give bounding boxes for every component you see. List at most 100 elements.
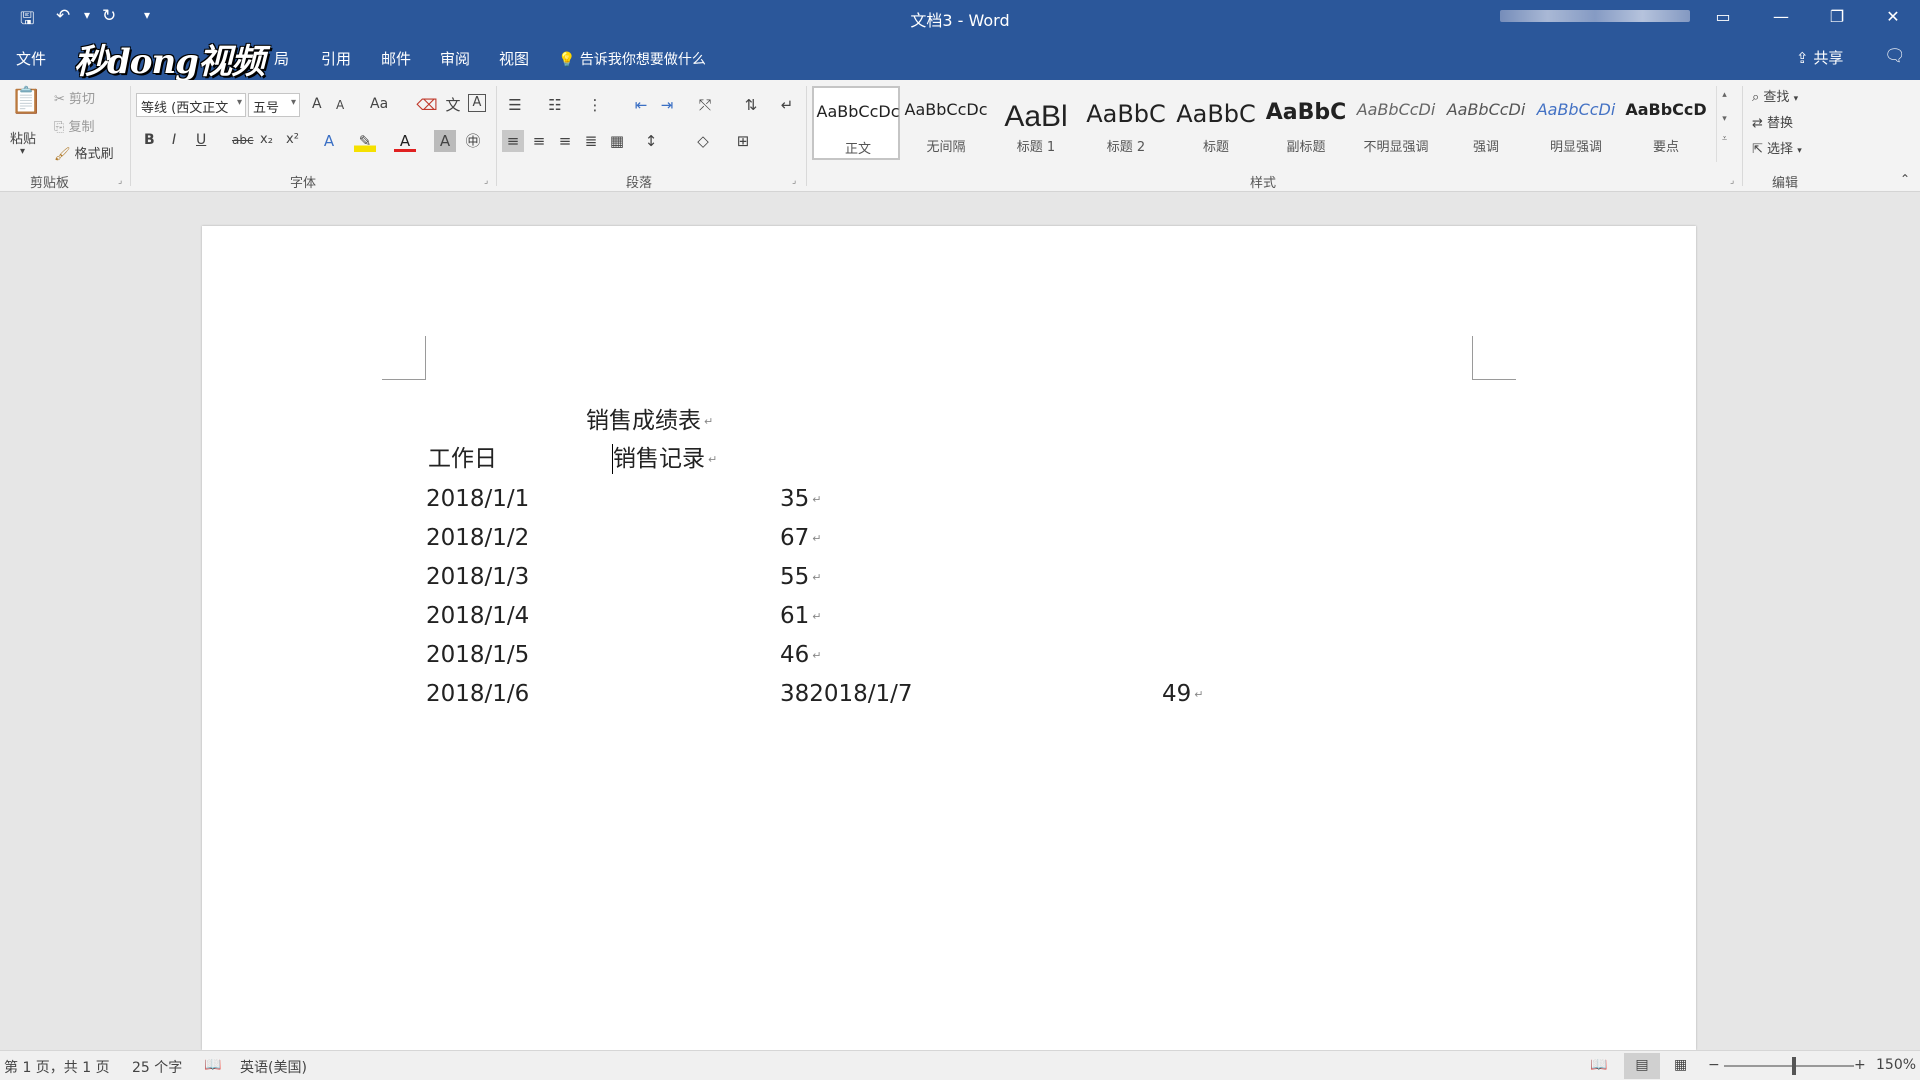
cut-button[interactable]: ✂ 剪切 — [54, 88, 95, 107]
clipboard-launcher-icon[interactable]: ⌟ — [118, 176, 122, 186]
tab-references[interactable]: 引用 — [321, 48, 351, 69]
tab-file[interactable]: 文件 — [16, 48, 46, 69]
underline-button[interactable]: U — [196, 132, 206, 148]
zoom-slider[interactable] — [1724, 1065, 1854, 1067]
justify-icon[interactable]: ≣ — [580, 130, 602, 152]
tab-review[interactable]: 审阅 — [440, 48, 470, 69]
minimize-button[interactable]: — — [1758, 0, 1804, 36]
find-button[interactable]: ⌕ 查找 ▾ — [1752, 86, 1798, 105]
zoom-in-icon[interactable]: + — [1854, 1057, 1866, 1073]
style-item[interactable]: AaBbC 副标题 — [1262, 86, 1350, 160]
phonetic-guide-icon[interactable]: 文 — [442, 94, 464, 116]
font-color-icon[interactable]: A — [394, 130, 416, 152]
row-date[interactable]: 2018/1/1 — [426, 484, 529, 514]
row-value-tail[interactable]: 49 ↵ — [1162, 679, 1204, 710]
header-day[interactable]: 工作日 — [428, 444, 497, 474]
row-value[interactable]: 382018/1/7 — [780, 679, 913, 709]
paste-button[interactable]: 粘贴 — [10, 128, 36, 147]
share-button[interactable]: ⇪ 共享 — [1796, 47, 1843, 68]
select-button[interactable]: ⇱ 选择 ▾ — [1752, 138, 1802, 157]
superscript-button[interactable]: x² — [286, 132, 299, 147]
align-right-icon[interactable]: ≡ — [554, 130, 576, 152]
style-item[interactable]: AaBbCcD 要点 — [1622, 86, 1710, 160]
character-shading-icon[interactable]: A — [434, 130, 456, 152]
clear-formatting-icon[interactable]: ⌫ — [416, 94, 438, 116]
style-item[interactable]: AaBbCcDi 明显强调 — [1532, 86, 1620, 160]
tell-me-search[interactable]: 💡 告诉我你想要做什么 — [558, 49, 706, 69]
comments-icon[interactable]: 🗨 — [1884, 46, 1906, 66]
character-border-icon[interactable]: A — [468, 94, 486, 112]
row-date[interactable]: 2018/1/5 — [426, 640, 529, 670]
style-item[interactable]: AaBbC 标题 — [1172, 86, 1260, 160]
proofing-icon[interactable]: 📖 — [204, 1057, 221, 1073]
style-item[interactable]: AaBbCcDi 不明显强调 — [1352, 86, 1440, 160]
doc-title[interactable]: 销售成绩表 ↵ — [586, 406, 713, 437]
font-launcher-icon[interactable]: ⌟ — [484, 176, 488, 186]
bullets-icon[interactable]: ☰ — [504, 94, 526, 116]
web-layout-icon[interactable]: ▦ — [1674, 1057, 1687, 1073]
font-size-combo[interactable]: 五号 ▾ — [248, 93, 300, 117]
decrease-indent-icon[interactable]: ⇤ — [630, 94, 652, 116]
print-layout-icon[interactable]: ▤ — [1624, 1053, 1660, 1079]
enclose-characters-icon[interactable]: ㊥ — [462, 130, 484, 152]
align-left-icon[interactable]: ≡ — [502, 130, 524, 152]
italic-button[interactable]: I — [172, 132, 176, 148]
paste-dropdown-icon[interactable]: ▾ — [20, 146, 25, 157]
font-name-combo[interactable]: 等线 (西文正文 ▾ — [136, 93, 246, 117]
collapse-ribbon-icon[interactable]: ⌃ — [1900, 172, 1910, 186]
style-item[interactable]: AaBbC 标题 2 — [1082, 86, 1170, 160]
align-center-icon[interactable]: ≡ — [528, 130, 550, 152]
account-area[interactable] — [1500, 10, 1690, 22]
multilevel-list-icon[interactable]: ⋮ — [584, 94, 606, 116]
style-item[interactable]: AaBl 标题 1 — [992, 86, 1080, 160]
page-count[interactable]: 第 1 页，共 1 页 — [4, 1057, 110, 1077]
row-value[interactable]: 61 ↵ — [780, 601, 822, 632]
format-painter-button[interactable]: 🖌 格式刷 — [54, 143, 114, 162]
row-date[interactable]: 2018/1/2 — [426, 523, 529, 553]
restore-button[interactable]: ❐ — [1814, 0, 1860, 36]
style-item[interactable]: AaBbCcDc 无间隔 — [902, 86, 990, 160]
numbering-icon[interactable]: ☷ — [544, 94, 566, 116]
gallery-up-icon[interactable]: ▴ — [1717, 90, 1732, 100]
sort-icon[interactable]: ⇅ — [740, 94, 762, 116]
read-mode-icon[interactable]: 📖 — [1590, 1057, 1607, 1073]
close-button[interactable]: ✕ — [1870, 0, 1916, 36]
grow-font-button[interactable]: A — [312, 96, 322, 112]
row-value[interactable]: 35 ↵ — [780, 484, 822, 515]
tab-mailings[interactable]: 邮件 — [381, 48, 411, 69]
tab-view[interactable]: 视图 — [499, 48, 529, 69]
row-value[interactable]: 55 ↵ — [780, 562, 822, 593]
paste-icon[interactable]: 📋 — [10, 88, 42, 124]
paragraph-launcher-icon[interactable]: ⌟ — [792, 176, 796, 186]
highlight-icon[interactable]: ✎ — [354, 130, 376, 152]
language-indicator[interactable]: 英语(美国) — [240, 1057, 307, 1077]
document-page[interactable]: 销售成绩表 ↵ 工作日 销售记录 ↵ 2018/1/1 35 ↵ 2018/1/2 6… — [202, 226, 1696, 1050]
row-date[interactable]: 2018/1/6 — [426, 679, 529, 709]
zoom-level[interactable]: 150% — [1876, 1057, 1916, 1073]
tab-layout[interactable]: 局 — [274, 48, 289, 69]
bold-button[interactable]: B — [144, 132, 155, 148]
word-count[interactable]: 25 个字 — [132, 1057, 182, 1077]
gallery-more-icon[interactable]: ⩡ — [1717, 134, 1732, 144]
row-value[interactable]: 46 ↵ — [780, 640, 822, 671]
copy-button[interactable]: ⎘ 复制 — [54, 116, 95, 135]
line-spacing-icon[interactable]: ↕ — [640, 130, 662, 152]
zoom-out-icon[interactable]: − — [1708, 1057, 1720, 1073]
subscript-button[interactable]: x₂ — [260, 132, 273, 147]
text-effects-icon[interactable]: A — [318, 130, 340, 152]
change-case-button[interactable]: Aa — [370, 96, 388, 112]
replace-button[interactable]: ⇄ 替换 — [1752, 112, 1793, 131]
gallery-down-icon[interactable]: ▾ — [1717, 114, 1732, 124]
increase-indent-icon[interactable]: ⇥ — [656, 94, 678, 116]
ribbon-display-options-icon[interactable]: ▭ — [1700, 0, 1746, 36]
zoom-slider-thumb[interactable] — [1792, 1057, 1796, 1075]
row-date[interactable]: 2018/1/3 — [426, 562, 529, 592]
row-value[interactable]: 67 ↵ — [780, 523, 822, 554]
row-date[interactable]: 2018/1/4 — [426, 601, 529, 631]
style-item[interactable]: AaBbCcDi 强调 — [1442, 86, 1530, 160]
strikethrough-button[interactable]: abc — [232, 133, 254, 147]
distributed-icon[interactable]: ▦ — [606, 130, 628, 152]
show-marks-icon[interactable]: ↵ — [776, 94, 798, 116]
header-record[interactable]: 销售记录 ↵ — [613, 444, 717, 475]
chinese-layout-icon[interactable]: ⤲ — [694, 94, 716, 116]
